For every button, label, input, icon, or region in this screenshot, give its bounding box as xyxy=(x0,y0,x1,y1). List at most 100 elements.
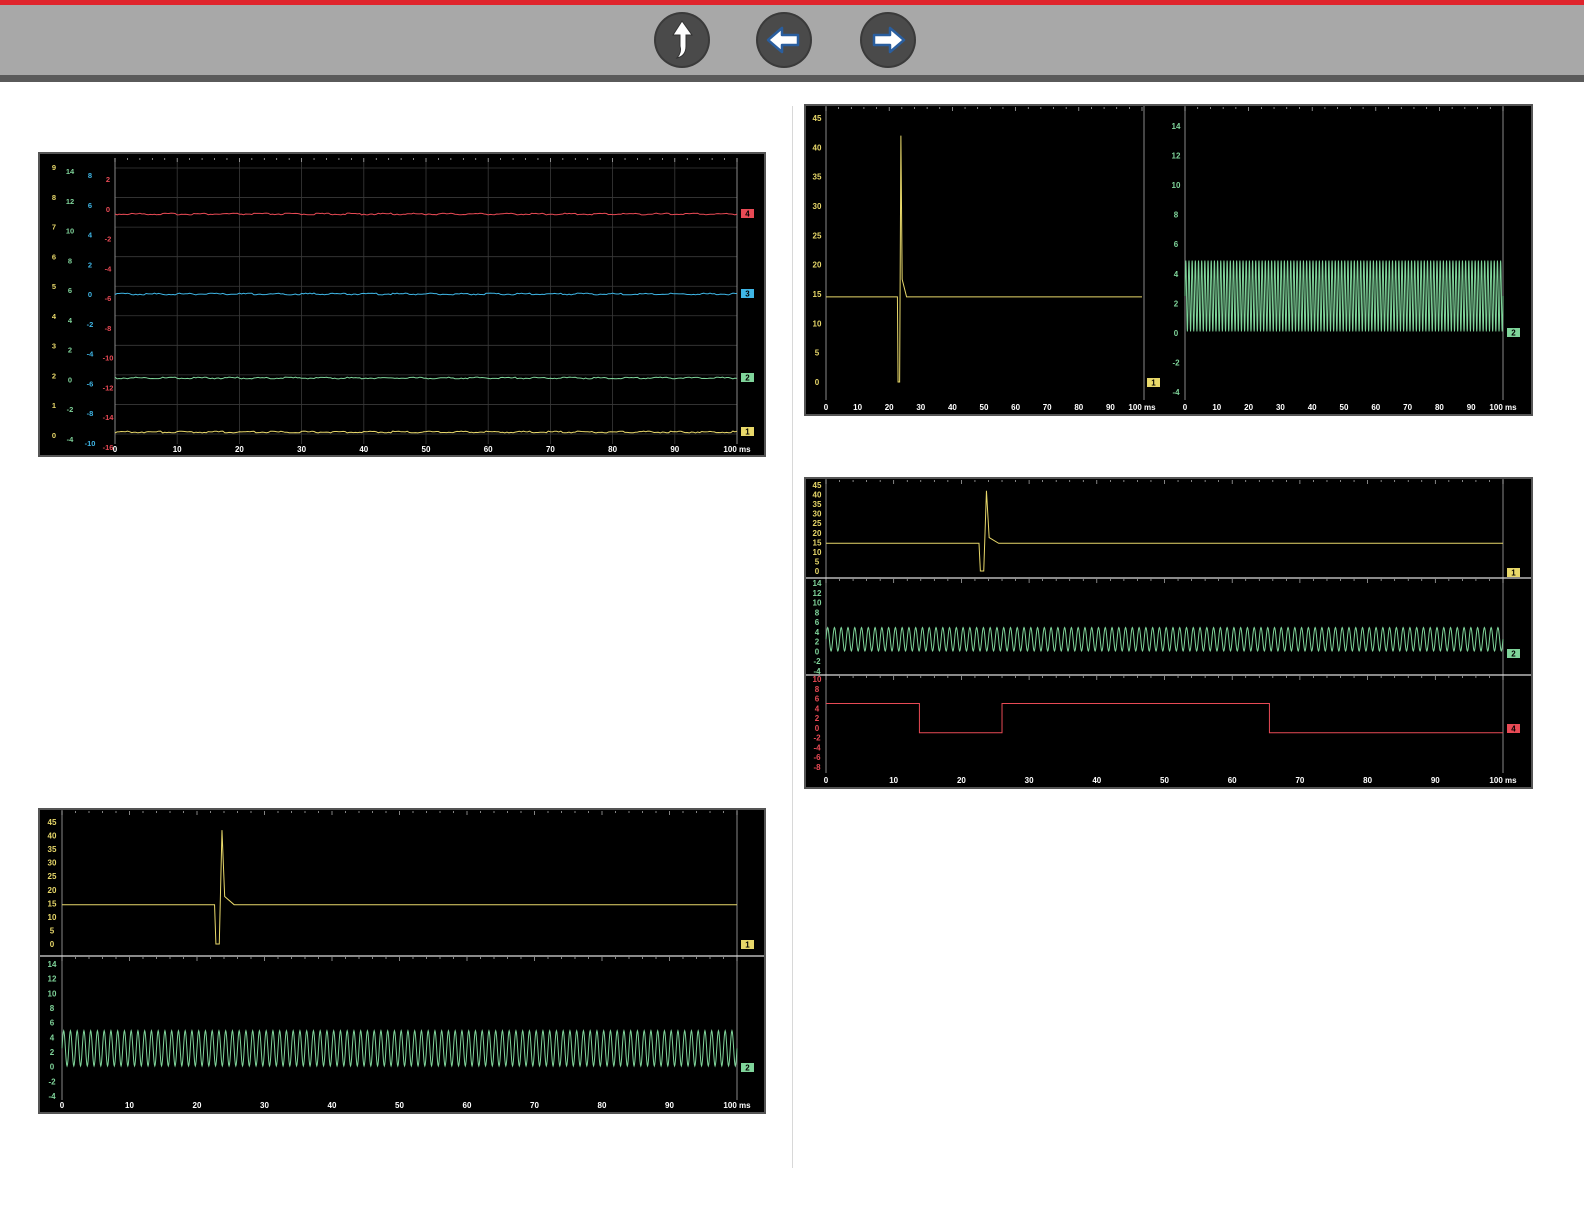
x-tick-label: 70 xyxy=(530,1101,539,1110)
x-tick-label: 10 xyxy=(173,445,182,454)
y-tick-label: 10 xyxy=(48,989,57,998)
y-tick-label: 8 xyxy=(815,685,820,694)
x-tick-label: 80 xyxy=(608,445,617,454)
x-tick-label: 20 xyxy=(193,1101,202,1110)
y-tick-label: 30 xyxy=(813,202,822,211)
y-tick-label: 6 xyxy=(52,252,56,261)
y-tick-label: -4 xyxy=(105,264,112,273)
y-tick-label: 12 xyxy=(66,197,74,206)
x-tick-label: 30 xyxy=(1276,403,1285,412)
trace-ch2 xyxy=(61,1029,738,1068)
x-tick-label: 70 xyxy=(1295,776,1304,785)
x-tick-label: 80 xyxy=(1074,403,1083,412)
x-tick-label: 60 xyxy=(1371,403,1380,412)
x-tick-label: 60 xyxy=(463,1101,472,1110)
scope-canvas: 454035302520151050 114121086420-2-420 10 20… xyxy=(40,810,764,1110)
x-tick-label: 60 xyxy=(484,445,493,454)
y-tick-label: 2 xyxy=(50,1048,55,1057)
y-tick-label: 12 xyxy=(1172,152,1181,161)
x-tick-label: 0 xyxy=(60,1101,65,1110)
y-tick-label: 14 xyxy=(1172,122,1181,131)
up-button[interactable] xyxy=(656,14,708,66)
y-tick-label: -4 xyxy=(48,1092,56,1101)
y-tick-label: 14 xyxy=(813,579,822,588)
forward-button[interactable] xyxy=(862,14,914,66)
y-tick-label: 0 xyxy=(815,567,820,576)
y-tick-label: -12 xyxy=(103,383,114,392)
x-tick-label: 40 xyxy=(948,403,957,412)
x-tick-label: 90 xyxy=(1431,776,1440,785)
x-tick-label: 40 xyxy=(1308,403,1317,412)
back-button[interactable] xyxy=(758,14,810,66)
y-tick-label: 30 xyxy=(813,510,822,519)
y-tick-label: 2 xyxy=(1174,299,1179,308)
y-tick-label: 20 xyxy=(813,261,822,270)
left-arrow-icon xyxy=(766,26,800,54)
y-tick-label: 0 xyxy=(68,375,72,384)
channel-badge-label: 3 xyxy=(745,290,750,299)
y-tick-label: 35 xyxy=(813,173,822,182)
y-tick-label: -6 xyxy=(105,294,112,303)
y-tick-label: 10 xyxy=(813,675,822,684)
y-tick-label: 0 xyxy=(50,940,55,949)
trace-ch1 xyxy=(826,490,1503,572)
scope-canvas: 454035302520151050 114121086420-2-420 10 20… xyxy=(813,106,1520,412)
y-tick-label: 0 xyxy=(815,647,820,656)
y-tick-label: 45 xyxy=(813,114,822,123)
y-tick-label: -4 xyxy=(87,350,94,359)
channel-badge-label: 2 xyxy=(1511,329,1516,338)
y-tick-label: -2 xyxy=(813,657,821,666)
y-tick-label: 30 xyxy=(48,859,57,868)
x-tick-label: 40 xyxy=(328,1101,337,1110)
y-tick-label: 15 xyxy=(813,538,822,547)
y-tick-label: 5 xyxy=(50,926,55,935)
y-tick-label: 5 xyxy=(52,282,56,291)
y-tick-label: 0 xyxy=(88,290,92,299)
x-tick-label: 0 xyxy=(113,445,118,454)
scope-canvas: 987654321014121086420-2-486420-2-4-6-8-1… xyxy=(52,158,754,454)
y-tick-label: 1 xyxy=(52,401,56,410)
y-tick-label: 8 xyxy=(1174,211,1179,220)
x-tick-label: 100 ms xyxy=(1489,776,1517,785)
channel-badge-label: 4 xyxy=(1511,725,1516,734)
y-tick-label: 10 xyxy=(813,319,822,328)
y-tick-label: -4 xyxy=(67,435,74,444)
y-tick-label: 20 xyxy=(48,886,57,895)
y-tick-label: 8 xyxy=(50,1004,55,1013)
y-tick-label: 7 xyxy=(52,223,56,232)
scope-four-trace: 9 8 7 6 5 4 3 2 1 0 14 12 10 8 6 4 2 0 -2 -4 8 6 4 2 0 -2 -4 -6 -8 -1… xyxy=(38,152,766,457)
y-tick-label: 6 xyxy=(1174,240,1179,249)
x-tick-label: 20 xyxy=(885,403,894,412)
y-tick-label: 8 xyxy=(88,171,92,180)
x-tick-label: 100 ms xyxy=(723,445,751,454)
y-tick-label: -14 xyxy=(103,413,115,422)
y-tick-label: 6 xyxy=(815,695,820,704)
y-tick-label: -10 xyxy=(103,354,114,363)
y-tick-label: 12 xyxy=(813,589,822,598)
y-tick-label: 3 xyxy=(52,342,56,351)
x-tick-label: 40 xyxy=(1092,776,1101,785)
y-tick-label: -4 xyxy=(813,743,821,752)
x-tick-label: 40 xyxy=(359,445,368,454)
channel-badge-label: 2 xyxy=(1511,650,1516,659)
y-tick-label: -2 xyxy=(105,235,112,244)
channel-badge-label: 1 xyxy=(745,428,750,437)
x-tick-label: 10 xyxy=(125,1101,134,1110)
x-tick-label: 100 ms xyxy=(1489,403,1517,412)
y-tick-label: 0 xyxy=(106,205,110,214)
x-tick-label: 20 xyxy=(235,445,244,454)
y-tick-label: 4 xyxy=(88,231,93,240)
y-tick-label: 0 xyxy=(815,724,820,733)
y-tick-label: 14 xyxy=(66,167,75,176)
x-tick-label: 30 xyxy=(297,445,306,454)
y-tick-label: 40 xyxy=(813,491,822,500)
y-tick-label: 6 xyxy=(68,286,72,295)
y-tick-label: -2 xyxy=(48,1077,56,1086)
x-tick-label: 20 xyxy=(1244,403,1253,412)
trace-ch2 xyxy=(825,626,1504,653)
y-tick-label: 25 xyxy=(813,231,822,240)
y-tick-label: 10 xyxy=(813,599,822,608)
y-tick-label: 2 xyxy=(106,175,110,184)
trace-ch1 xyxy=(62,830,737,945)
y-tick-label: 25 xyxy=(813,519,822,528)
